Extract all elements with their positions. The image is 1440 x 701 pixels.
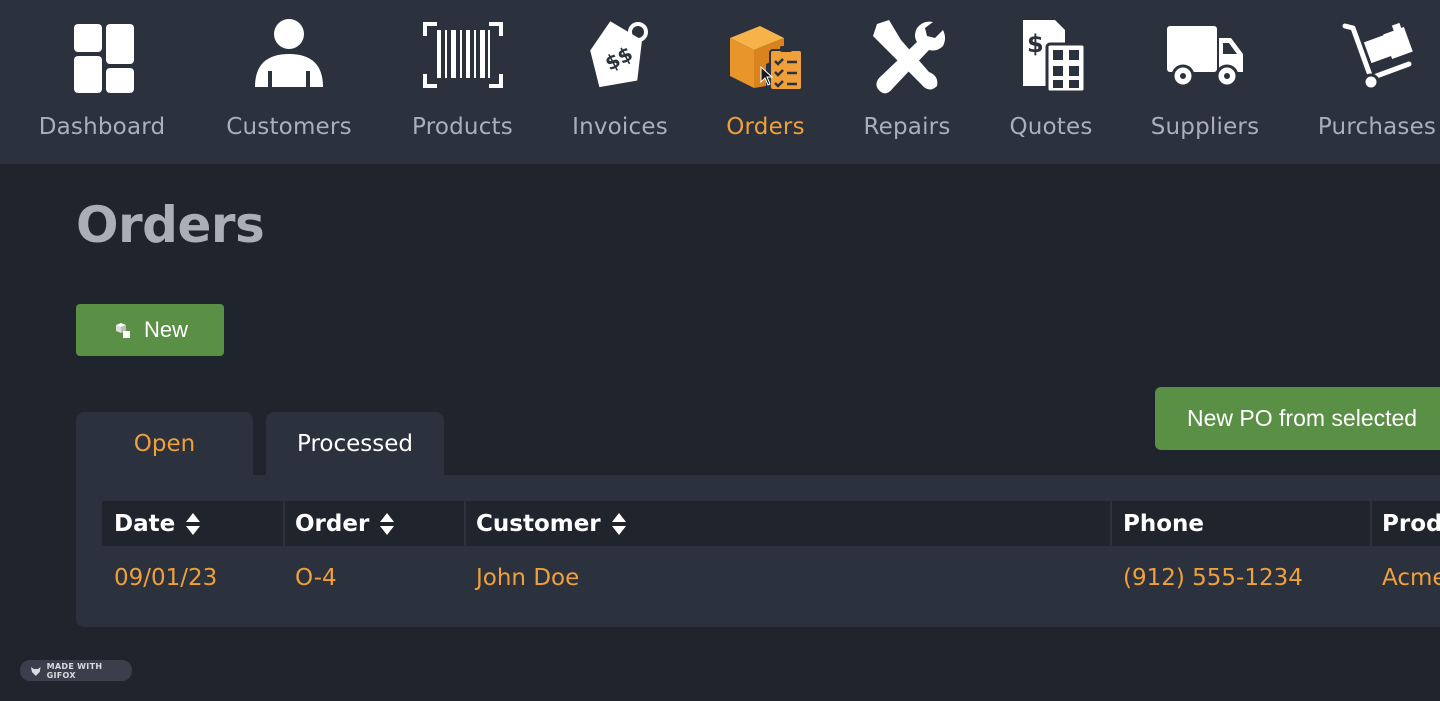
table-cell-date[interactable]: 09/01/23 [114, 558, 217, 598]
nav-label: Customers [226, 114, 352, 140]
nav-label: Repairs [863, 114, 951, 140]
column-header-label: Customer [476, 510, 601, 537]
nav-item-dashboard[interactable]: Dashboard [38, 0, 166, 164]
fox-logo-icon [30, 666, 41, 676]
column-header-product: Product [1382, 501, 1440, 546]
nav-item-repairs[interactable]: Repairs [863, 0, 951, 164]
nav-label: Dashboard [38, 114, 166, 140]
gifox-watermark: MADE WITH GIFOX [20, 660, 132, 681]
nav-label: Invoices [572, 114, 668, 140]
mouse-cursor-icon [760, 66, 774, 86]
boxes-icon [115, 323, 130, 338]
price-tag-icon: $$ [580, 16, 660, 96]
nav-label: Suppliers [1150, 114, 1260, 140]
new-order-button[interactable]: New [76, 304, 224, 356]
tab-open[interactable]: Open [76, 412, 253, 476]
new-po-button-label: New PO from selected [1187, 405, 1418, 431]
column-divider [1370, 501, 1372, 546]
svg-text:$: $ [1027, 30, 1044, 58]
tools-icon [867, 16, 947, 96]
tab-label: Open [133, 431, 196, 457]
column-header-customer[interactable]: Customer [476, 501, 627, 546]
column-header-phone: Phone [1123, 501, 1204, 546]
column-header-label: Date [114, 510, 176, 537]
tab-label: Processed [297, 431, 413, 457]
column-header-order[interactable]: Order [295, 501, 395, 546]
column-divider [283, 501, 285, 546]
nav-label: Orders [726, 114, 805, 140]
dashboard-icon [62, 16, 142, 96]
table-cell-product[interactable]: Acme [1382, 558, 1440, 598]
sort-icon[interactable] [185, 512, 201, 536]
hand-truck-icon [1337, 16, 1417, 96]
calculator-icon: $ [1011, 16, 1091, 96]
orders-table-panel [76, 475, 1440, 627]
nav-label: Quotes [1009, 114, 1093, 140]
table-cell-phone[interactable]: (912) 555-1234 [1123, 558, 1303, 598]
nav-item-products[interactable]: Products [412, 0, 513, 164]
sort-icon[interactable] [611, 512, 627, 536]
nav-label: Purchases [1317, 114, 1437, 140]
table-cell-customer[interactable]: John Doe [476, 558, 579, 598]
nav-label: Products [412, 114, 513, 140]
tab-processed[interactable]: Processed [266, 412, 444, 476]
column-divider [1110, 501, 1112, 546]
column-header-label: Product [1382, 510, 1440, 537]
watermark-text: MADE WITH GIFOX [46, 661, 103, 680]
column-header-label: Phone [1123, 510, 1205, 537]
nav-item-suppliers[interactable]: Suppliers [1150, 0, 1260, 164]
new-po-from-selected-button[interactable]: New PO from selected [1155, 387, 1440, 450]
top-navigation: Dashboard Customers Products $$ Invoices… [0, 0, 1440, 164]
column-header-date[interactable]: Date [114, 501, 201, 546]
table-cell-order[interactable]: O-4 [295, 558, 337, 598]
barcode-icon [422, 16, 503, 96]
column-header-label: Order [295, 510, 370, 537]
nav-item-customers[interactable]: Customers [226, 0, 352, 164]
sort-icon[interactable] [379, 512, 395, 536]
truck-icon [1165, 16, 1245, 96]
nav-item-quotes[interactable]: $ Quotes [1009, 0, 1093, 164]
nav-item-purchases[interactable]: Purchases [1318, 0, 1436, 164]
column-divider [464, 501, 466, 546]
nav-item-invoices[interactable]: $$ Invoices [572, 0, 668, 164]
page-title: Orders [76, 196, 265, 254]
new-button-label: New [143, 317, 188, 342]
customers-icon [249, 16, 329, 96]
